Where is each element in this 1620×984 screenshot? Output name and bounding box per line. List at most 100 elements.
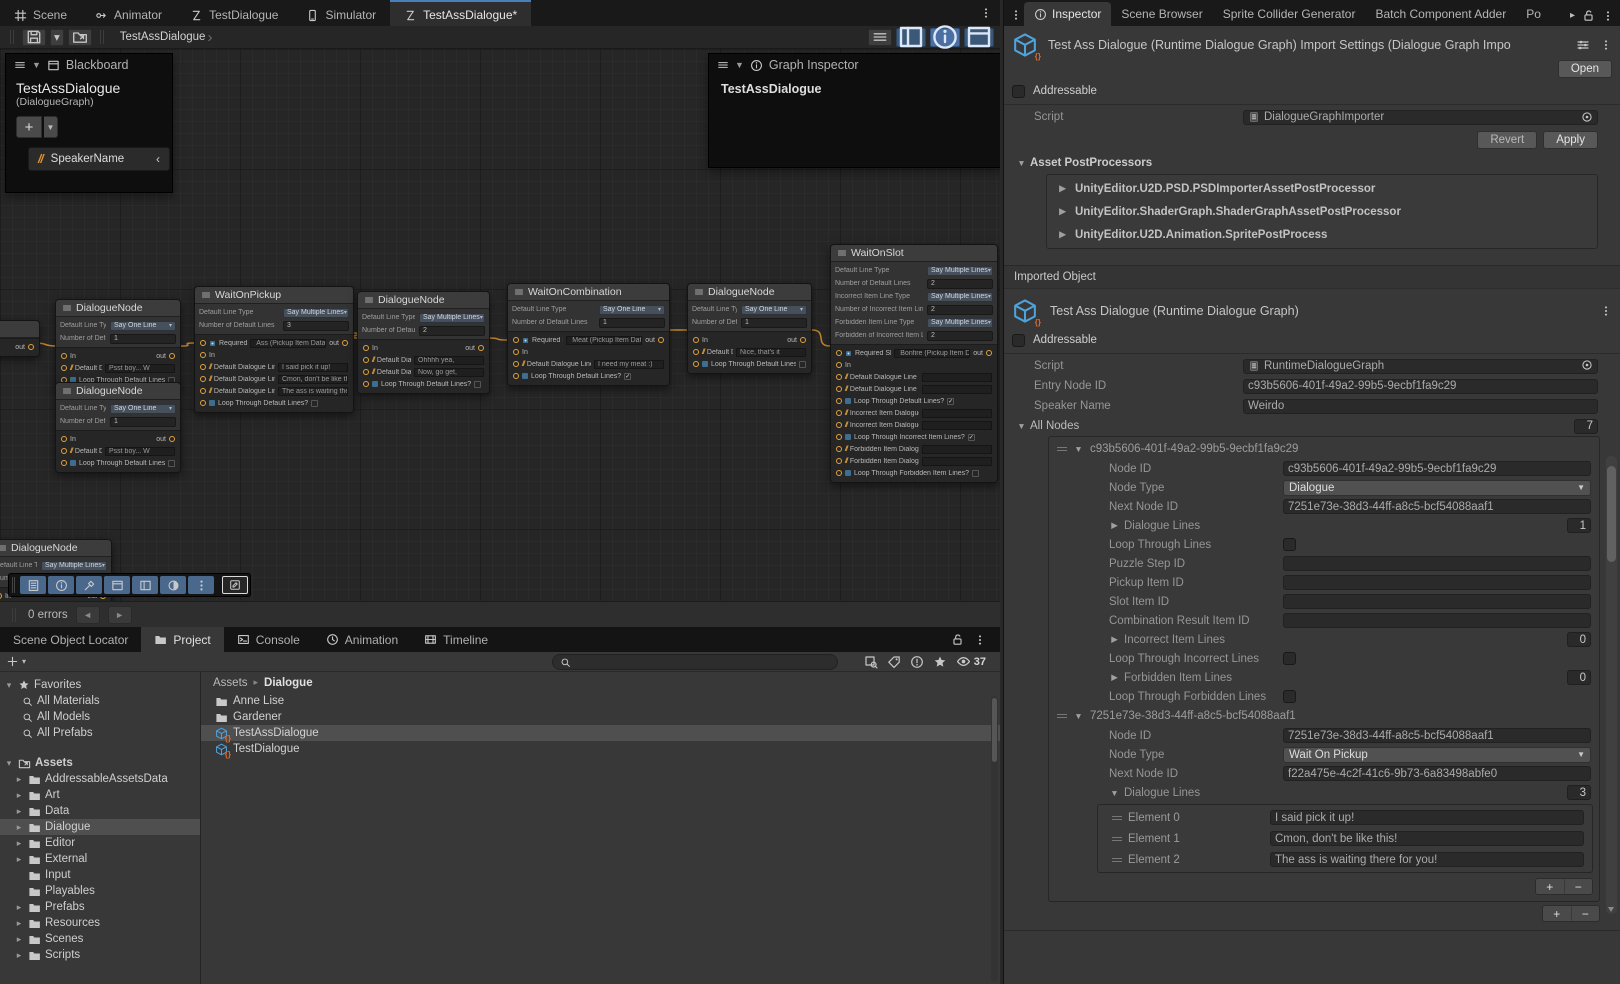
inspector-kebab-icon[interactable] (1602, 10, 1614, 22)
node-dropdown[interactable]: Say One Line▾ (741, 305, 807, 315)
graph-node-startnode[interactable]: StartNodeconnectionsout (0, 320, 40, 357)
show-in-project-button[interactable] (68, 29, 92, 46)
bool-checkbox[interactable] (1283, 538, 1296, 551)
doc-tab-testdialogue[interactable]: TestDialogue (176, 0, 292, 26)
text-field[interactable] (1283, 613, 1591, 628)
create-asset-plus-icon[interactable] (6, 655, 19, 668)
tree-item-resources[interactable]: ▸Resources (0, 915, 200, 931)
drag-handle-icon[interactable] (1057, 447, 1067, 451)
node-group-header[interactable]: ▼c93b5606-401f-49a2-99b5-9ecbf1fa9c29 (1049, 439, 1599, 459)
value-port[interactable] (836, 350, 842, 356)
list-element[interactable]: Element 2The ass is waiting there for yo… (1098, 849, 1592, 870)
node-int-field[interactable]: 1 (599, 318, 665, 328)
favorite-all-materials[interactable]: All Materials (0, 693, 200, 709)
node-dropdown[interactable]: Say One Line▾ (599, 305, 665, 315)
graph-more-button[interactable] (188, 576, 214, 594)
tree-item-playables[interactable]: Playables (0, 883, 200, 899)
tree-item-scripts[interactable]: ▸Scripts (0, 947, 200, 963)
asset-testdialogue[interactable]: {}TestDialogue (201, 741, 1000, 757)
script-field[interactable]: DialogueGraphImporter (1243, 110, 1598, 125)
line-field[interactable]: Now, go get, (414, 368, 484, 377)
node-checkbox[interactable] (972, 470, 979, 477)
value-port[interactable] (513, 337, 519, 343)
node-title[interactable]: DialogueNode (56, 383, 180, 400)
text-field[interactable] (1283, 556, 1591, 571)
in-port[interactable] (363, 345, 369, 351)
node-checkbox[interactable]: ✓ (624, 373, 631, 380)
open-button[interactable]: Open (1558, 60, 1612, 78)
node-dropdown[interactable]: Say Multiple Lines▾ (927, 292, 993, 302)
inspector-tab-sprite-collider-generator[interactable]: Sprite Collider Generator (1213, 2, 1366, 26)
value-port[interactable] (200, 376, 206, 382)
foldout-open-icon[interactable]: ▼ (1073, 711, 1084, 721)
out-port[interactable] (28, 344, 34, 350)
out-port[interactable] (169, 353, 175, 359)
list-element[interactable]: Element 0I said pick it up! (1098, 807, 1592, 828)
drag-handle-icon[interactable] (1112, 816, 1122, 820)
tree-item-data[interactable]: ▸Data (0, 803, 200, 819)
foldout-icon[interactable]: ▶ (1109, 672, 1120, 683)
value-port[interactable] (61, 365, 67, 371)
text-field[interactable]: c93b5606-401f-49a2-99b5-9ecbf1fa9c29 (1243, 379, 1598, 394)
breadcrumb-current[interactable]: Dialogue (264, 677, 313, 689)
value-port[interactable] (513, 373, 519, 379)
graph-node-waitonslot[interactable]: WaitOnSlotDefault Line TypeSay Multiple … (830, 244, 998, 483)
foldout-icon[interactable]: ▶ (1109, 520, 1120, 531)
foldout-closed-icon[interactable]: ▶ (1057, 229, 1068, 240)
tree-item-input[interactable]: Input (0, 867, 200, 883)
breadcrumb-assets[interactable]: Assets (213, 677, 248, 689)
graph-window-button[interactable] (104, 576, 130, 594)
graph-options-dropdown[interactable] (868, 29, 892, 46)
favorite-all-prefabs[interactable]: All Prefabs (0, 725, 200, 741)
graph-node-dialoguenode[interactable]: DialogueNodeDefault Line TypeSay One Lin… (55, 382, 181, 473)
out-port[interactable] (986, 350, 992, 356)
array-size-field[interactable]: 0 (1567, 632, 1591, 647)
node-title[interactable]: WaitOnSlot (831, 245, 997, 262)
value-port[interactable] (61, 460, 67, 466)
line-field[interactable]: I said pick it up! (278, 363, 348, 372)
add-element-button[interactable]: + (1536, 879, 1565, 894)
enum-dropdown[interactable]: Dialogue▼ (1283, 480, 1591, 496)
toolbar-grip-2[interactable] (100, 30, 104, 44)
text-field[interactable]: Weirdo (1243, 399, 1598, 414)
in-port[interactable] (0, 593, 2, 599)
tree-item-scenes[interactable]: ▸Scenes (0, 931, 200, 947)
node-int-field[interactable]: 1 (110, 417, 176, 427)
node-dropdown[interactable]: Say One Line▾ (110, 404, 176, 414)
element-field[interactable]: I said pick it up! (1270, 810, 1584, 825)
postprocessor-item[interactable]: ▶UnityEditor.ShaderGraph.ShaderGraphAsse… (1047, 200, 1597, 223)
search-by-label-icon[interactable] (887, 655, 901, 669)
foldout-closed-icon[interactable]: ▶ (1057, 206, 1068, 217)
inspector-tab-batch-component-adder[interactable]: Batch Component Adder (1365, 2, 1516, 26)
panel-grip-icon[interactable] (717, 59, 729, 71)
pane-kebab-icon[interactable] (1010, 9, 1022, 21)
node-title[interactable]: DialogueNode (688, 284, 811, 301)
drag-handle-icon[interactable] (1057, 714, 1067, 718)
line-field[interactable] (922, 373, 992, 382)
graph-theme-button[interactable] (160, 576, 186, 594)
toolbar-grip[interactable] (10, 30, 14, 44)
scrollbar-thumb[interactable] (1607, 466, 1616, 562)
tab-scene-object-locator[interactable]: Scene Object Locator (0, 627, 141, 652)
in-port[interactable] (693, 337, 699, 343)
line-field[interactable] (922, 457, 992, 466)
graph-info-button[interactable] (48, 576, 74, 594)
node-title[interactable]: DialogueNode (0, 540, 111, 557)
node-checkbox[interactable] (799, 361, 806, 368)
in-port[interactable] (836, 362, 842, 368)
node-title[interactable]: DialogueNode (358, 292, 489, 309)
array-size-field[interactable]: 3 (1567, 785, 1591, 800)
value-port[interactable] (200, 364, 206, 370)
foldout-open-icon[interactable]: ▼ (1016, 158, 1027, 168)
collapse-triangle-icon[interactable]: ▼ (32, 60, 41, 70)
graph-tools-button[interactable] (76, 576, 102, 594)
graph-inspector-panel[interactable]: ▼ Graph Inspector TestAssDialogue (708, 53, 1000, 168)
value-port[interactable] (836, 410, 842, 416)
save-graph-button[interactable] (22, 29, 46, 46)
in-port[interactable] (513, 349, 519, 355)
foldout-icon[interactable]: ▼ (1109, 788, 1120, 798)
enum-dropdown[interactable]: Wait On Pickup▼ (1283, 747, 1591, 763)
text-field[interactable]: f22a475e-4c2f-41c6-9b73-6a83498abfe0 (1283, 766, 1591, 781)
postprocessor-item[interactable]: ▶UnityEditor.U2D.PSD.PSDImporterAssetPos… (1047, 177, 1597, 200)
node-int-field[interactable]: 1 (741, 318, 807, 328)
